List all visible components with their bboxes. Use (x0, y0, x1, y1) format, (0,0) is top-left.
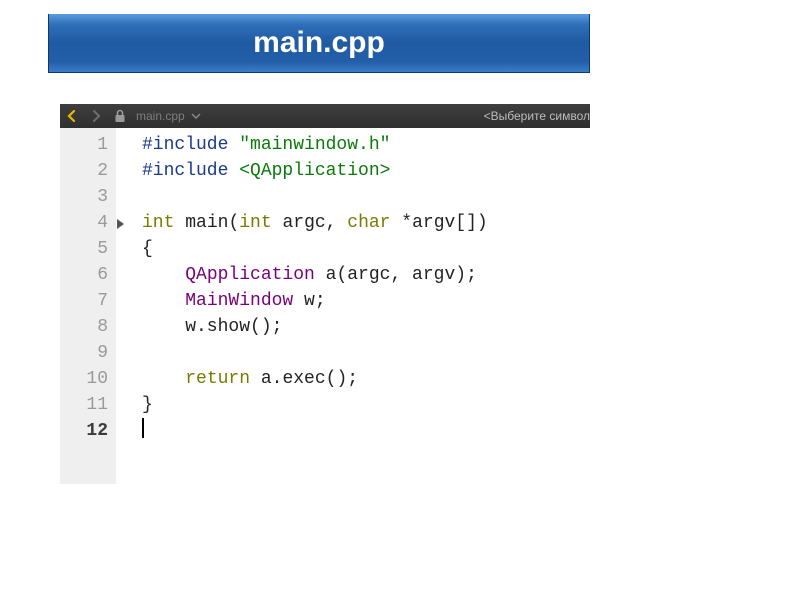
code-area: 123456789101112 #include "mainwindow.h"#… (60, 128, 590, 484)
lock-icon[interactable] (111, 107, 129, 125)
nav-back-icon[interactable] (63, 107, 81, 125)
text-cursor (142, 418, 144, 438)
code-line[interactable]: } (142, 392, 590, 418)
line-number-gutter: 123456789101112 (60, 128, 116, 484)
code-token: main (185, 213, 228, 233)
code-line[interactable] (142, 340, 590, 366)
code-line[interactable]: return a.exec(); (142, 366, 590, 392)
code-token: ( (228, 213, 239, 233)
code-line[interactable] (142, 184, 590, 210)
slide-title-text: main.cpp (253, 26, 385, 59)
line-number: 8 (60, 314, 108, 340)
code-line[interactable]: int main(int argc, char *argv[]) (142, 210, 590, 236)
code-token: argc, (282, 213, 347, 233)
code-editor-screenshot: main.cpp <Выберите символ 12345678910111… (60, 104, 590, 484)
code-token: { (142, 239, 153, 259)
code-line[interactable]: w.show(); (142, 314, 590, 340)
line-number: 12 (60, 418, 108, 444)
code-token: int (239, 213, 282, 233)
code-token: w.show(); (142, 317, 282, 337)
code-token: int (142, 213, 185, 233)
code-token: char (347, 213, 401, 233)
code-token: a(argc, argv); (315, 265, 477, 285)
code-line[interactable]: #include <QApplication> (142, 158, 590, 184)
code-token: #include (142, 135, 239, 155)
line-number: 1 (60, 132, 108, 158)
nav-forward-icon[interactable] (87, 107, 105, 125)
slide-title-banner: main.cpp (48, 14, 590, 73)
line-number: 10 (60, 366, 108, 392)
line-number: 4 (60, 210, 108, 236)
editor-toolbar: main.cpp <Выберите символ (60, 104, 590, 128)
code-token: w; (293, 291, 325, 311)
code-line[interactable]: MainWindow w; (142, 288, 590, 314)
code-token: MainWindow (185, 291, 293, 311)
line-number: 9 (60, 340, 108, 366)
code-token: #include (142, 161, 239, 181)
editor-tab-filename[interactable]: main.cpp (136, 109, 185, 123)
line-number: 3 (60, 184, 108, 210)
line-number: 2 (60, 158, 108, 184)
code-token: } (142, 395, 153, 415)
line-number: 5 (60, 236, 108, 262)
code-token (142, 369, 185, 389)
line-number: 6 (60, 262, 108, 288)
code-token (142, 265, 185, 285)
chevron-down-icon[interactable] (187, 107, 205, 125)
code-line[interactable] (142, 418, 590, 444)
line-number: 11 (60, 392, 108, 418)
code-token: a.exec(); (261, 369, 358, 389)
code-line[interactable]: QApplication a(argc, argv); (142, 262, 590, 288)
code-token: *argv[]) (401, 213, 487, 233)
code-token: return (185, 369, 261, 389)
code-content[interactable]: #include "mainwindow.h"#include <QApplic… (136, 128, 590, 484)
code-token: <QApplication> (239, 161, 390, 181)
fold-indicator-icon[interactable] (117, 219, 124, 229)
code-line[interactable]: { (142, 236, 590, 262)
code-token: "mainwindow.h" (239, 135, 390, 155)
code-token (142, 291, 185, 311)
symbol-selector[interactable]: <Выберите символ (484, 109, 590, 123)
code-token: QApplication (185, 265, 315, 285)
fold-column (116, 128, 136, 484)
line-number: 7 (60, 288, 108, 314)
code-line[interactable]: #include "mainwindow.h" (142, 132, 590, 158)
